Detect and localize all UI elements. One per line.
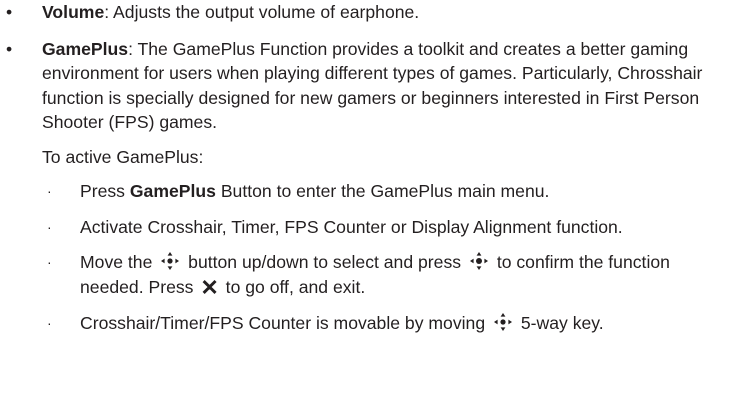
step-1-button-name: GamePlus [129,181,216,201]
step-1-text-a: Press [80,181,130,201]
gameplus-description: : The GamePlus Function provides a toolk… [42,38,703,133]
sub-bullet: · [47,183,52,199]
step-2: · Activate Crosshair, Timer, FPS Counter… [42,215,731,240]
step-3-text-d: to go off, and exit. [220,276,366,297]
x-icon: ✕ [200,274,219,300]
bullet: • [6,38,13,59]
list-item-gameplus: • GamePlus: The GamePlus Function provid… [0,37,723,135]
sub-bullet: · [47,315,52,331]
step-3-text-b: button up/down to select and press [183,252,466,272]
five-way-key-icon [493,312,513,332]
manual-page: • Volume: Adjusts the output volume of e… [0,0,731,402]
sub-bullet: · [47,218,52,235]
sub-bullet: · [47,254,52,270]
step-2-text: Activate Crosshair, Timer, FPS Counter o… [80,216,623,237]
term-gameplus: GamePlus [42,38,129,59]
five-way-key-icon [160,251,180,271]
step-4: · Crosshair/Timer/FPS Counter is movable… [42,311,731,336]
five-way-key-press-icon [469,251,489,271]
step-4-text-b: 5-way key. [516,313,604,333]
gameplus-steps: · Press GamePlus Button to enter the Gam… [0,179,731,336]
bullet: • [6,2,13,22]
step-1: · Press GamePlus Button to enter the Gam… [42,179,731,204]
volume-description: : Adjusts the output volume of earphone. [104,2,420,22]
step-1-text-b: Button to enter the GamePlus main menu. [215,181,550,201]
gameplus-intro: To active GamePlus: [42,146,204,167]
step-3: · Move the button up/down to select and … [42,250,731,300]
step-4-text-a: Crosshair/Timer/FPS Counter is movable b… [80,313,490,333]
term-volume: Volume [42,2,105,22]
list-item-volume: • Volume: Adjusts the output volume of e… [0,0,723,25]
step-3-text-a: Move the [80,252,158,272]
